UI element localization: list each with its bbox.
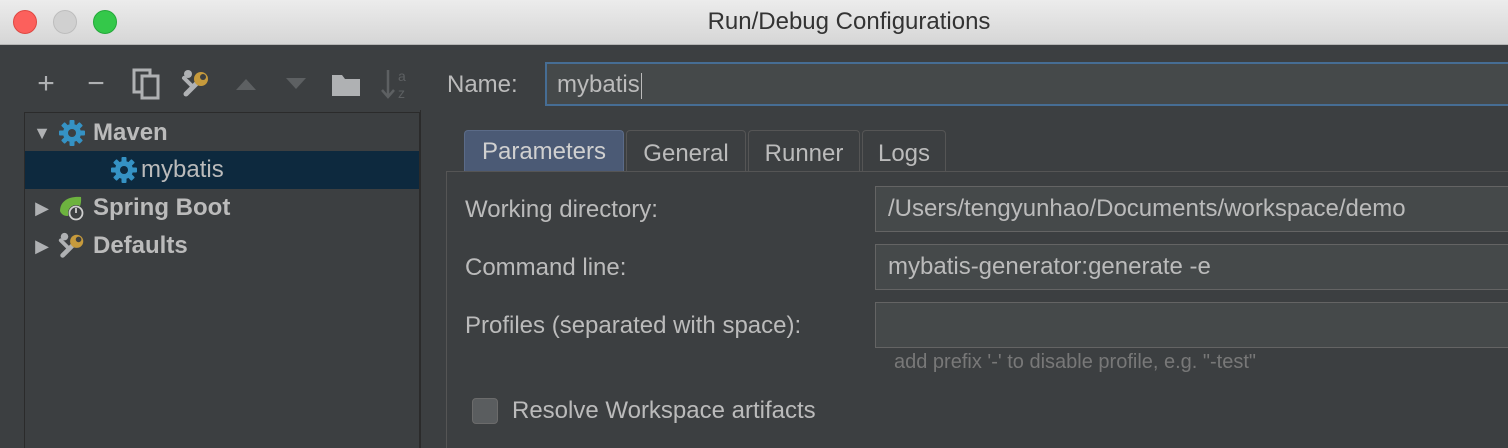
config-toolbar: + − a z [24,60,424,108]
tree-item-label: Maven [93,119,168,146]
config-tree[interactable]: ▼ Maven mybatis ▶ Spring Boot ▶ Defaults [24,112,420,448]
add-config-button[interactable]: + [28,66,64,102]
working-directory-value: /Users/tengyunhao/Documents/workspace/de… [888,195,1406,222]
tab-runner[interactable]: Runner [748,130,860,172]
expand-right-icon[interactable]: ▶ [27,236,57,257]
sort-letter-a: a [398,68,406,84]
profiles-hint: add prefix '-' to disable profile, e.g. … [894,351,1257,373]
resolve-workspace-label[interactable]: Resolve Workspace artifacts [512,394,816,428]
minus-icon: − [87,67,105,100]
sort-button[interactable]: a z [378,66,414,102]
name-value: mybatis [557,71,640,98]
name-input[interactable]: mybatis [545,62,1508,106]
window-title: Run/Debug Configurations [707,8,991,35]
resolve-workspace-checkbox[interactable] [472,398,498,424]
tab-parameters[interactable]: Parameters [464,130,624,172]
triangle-down-icon [286,78,306,89]
sort-letter-z: z [398,85,405,101]
tab-general[interactable]: General [626,130,746,172]
tab-logs[interactable]: Logs [862,130,946,172]
move-up-button[interactable] [228,66,264,102]
panel-divider[interactable] [420,110,421,448]
command-line-input[interactable]: mybatis-generator:generate -e [875,244,1508,290]
sort-alpha-icon: a z [381,68,406,101]
spring-boot-icon [57,193,87,223]
plus-icon: + [37,67,55,100]
title-bar: Run/Debug Configurations [0,0,1508,45]
gear-icon [109,155,139,185]
working-directory-label: Working directory: [465,196,658,223]
tree-item-label: mybatis [141,156,224,183]
remove-config-button[interactable]: − [78,66,114,102]
tree-item-spring-boot[interactable]: ▶ Spring Boot [25,189,419,227]
command-line-label: Command line: [465,254,627,281]
tree-item-defaults[interactable]: ▶ Defaults [25,227,419,265]
folder-icon [332,75,360,96]
edit-defaults-button[interactable] [178,66,214,102]
gear-icon [57,118,87,148]
triangle-up-icon [236,79,256,90]
tree-item-label: Defaults [93,232,188,259]
tree-item-maven[interactable]: ▼ Maven [25,114,419,152]
create-folder-button[interactable] [328,66,364,102]
wrench-icon [57,231,87,261]
tree-item-label: Spring Boot [93,194,231,221]
copy-icon [132,68,160,100]
working-directory-input[interactable]: /Users/tengyunhao/Documents/workspace/de… [875,186,1508,232]
name-label: Name: [447,71,518,98]
move-down-button[interactable] [278,66,314,102]
copy-config-button[interactable] [128,66,164,102]
profiles-label: Profiles (separated with space): [465,312,802,339]
expand-down-icon[interactable]: ▼ [27,123,57,144]
expand-right-icon[interactable]: ▶ [27,198,57,219]
wrench-icon [182,70,208,97]
command-line-value: mybatis-generator:generate -e [888,253,1211,280]
profiles-input[interactable] [875,302,1508,348]
tree-item-mybatis[interactable]: mybatis [25,151,419,189]
